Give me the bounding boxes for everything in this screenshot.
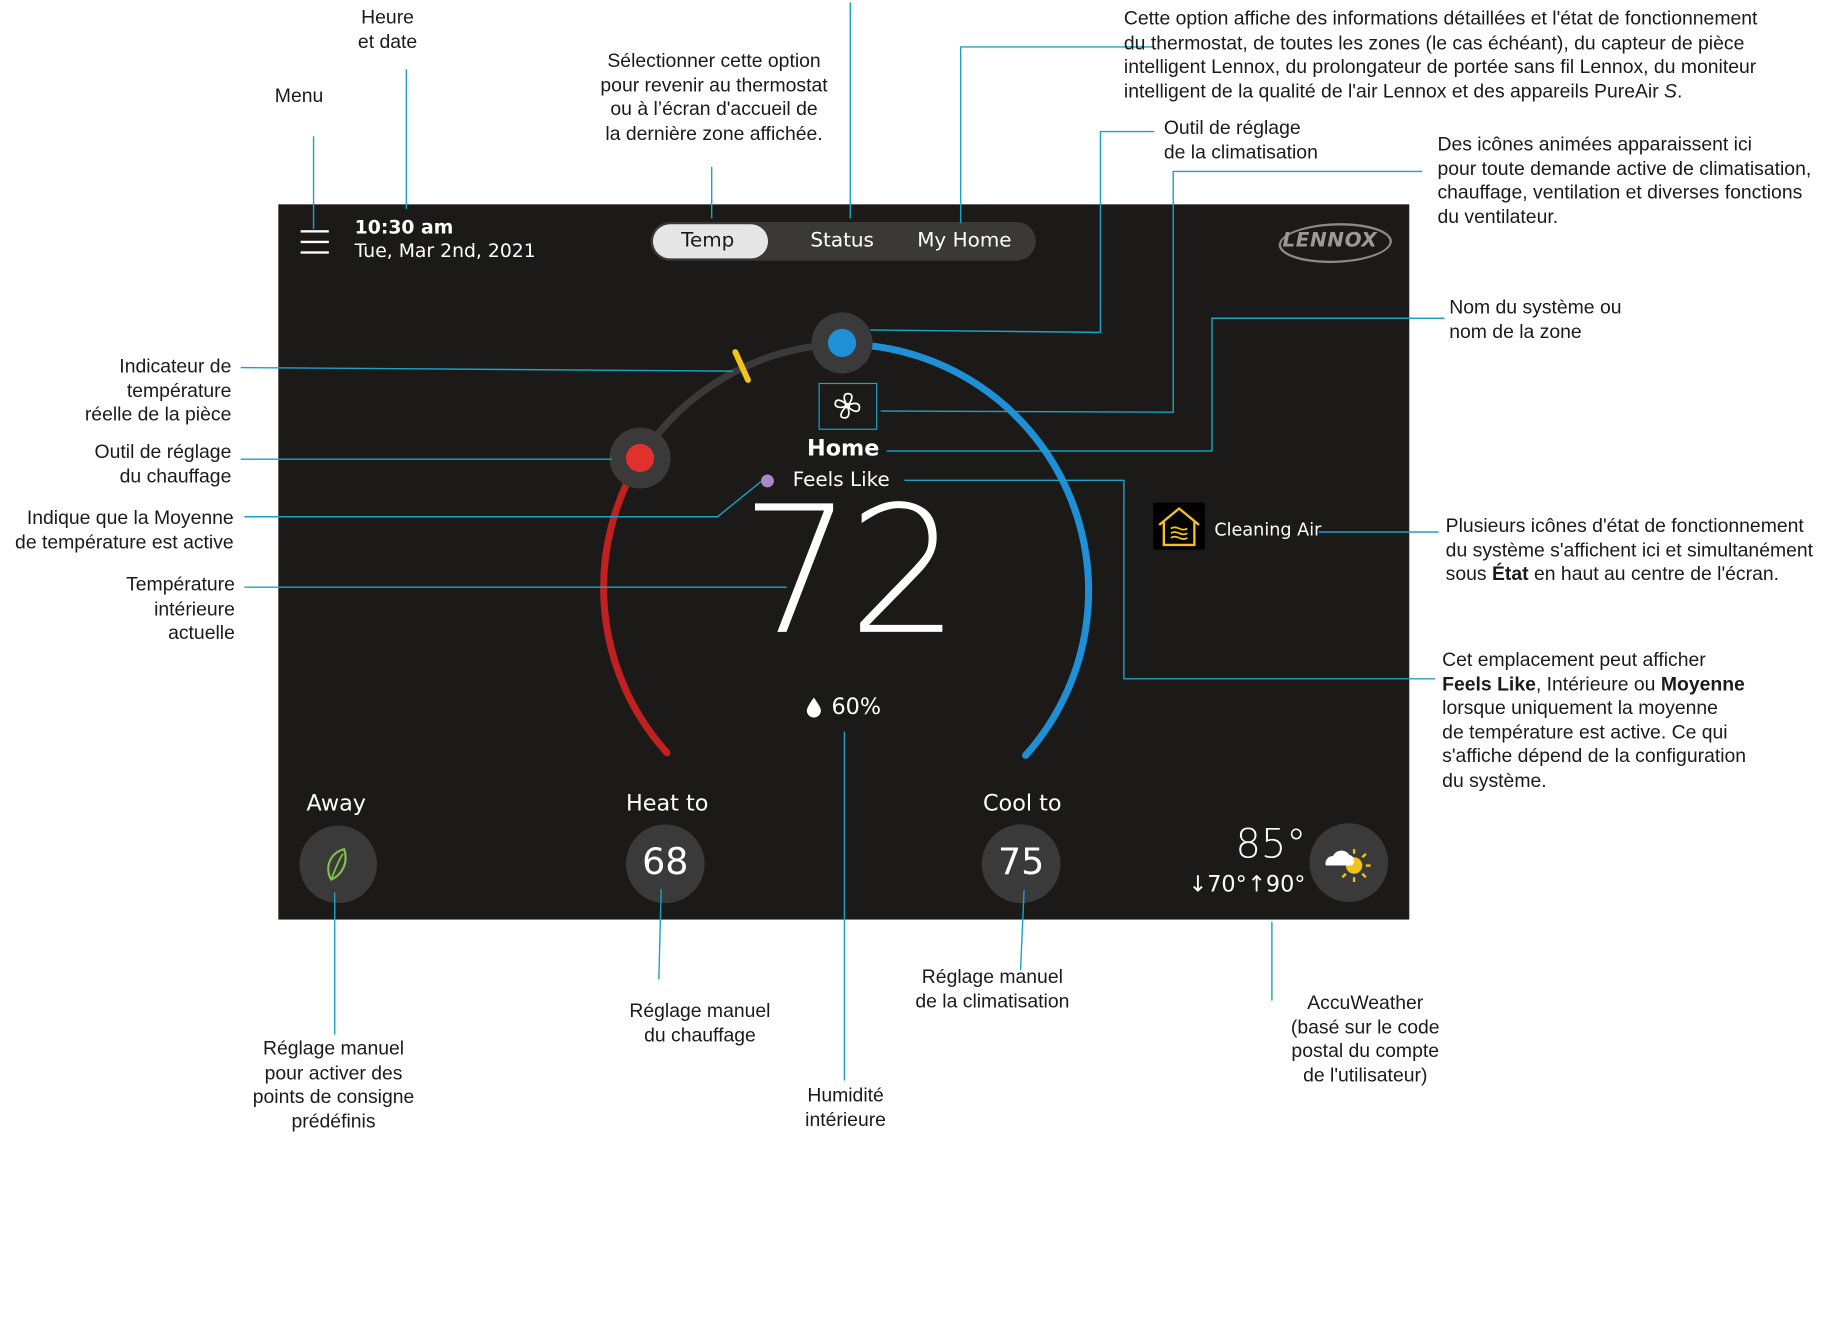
annotation-feels-text-1: Cet emplacement peut afficher: [1442, 649, 1706, 671]
annotation-cool-tool: Outil de réglage de la climatisation: [1163, 117, 1318, 163]
annotation-my-home-end: .: [1676, 80, 1683, 102]
annotation-system-name: Nom du système ou nom de la zone: [1449, 297, 1622, 343]
annotation-average: Indique que la Moyenne de température es…: [15, 507, 234, 553]
annotation-status-icons-etat: État: [1492, 563, 1529, 586]
annotation-time-date: Heure et date: [357, 7, 418, 53]
annotation-real-temp: Indicateur de température réelle de la p…: [84, 355, 232, 426]
annotation-feels-bold-1: Feels Like: [1442, 673, 1536, 695]
annotation-away-manual: Réglage manuel pour activer des points d…: [252, 1038, 415, 1132]
annotation-my-home: Cette option affiche des informations dé…: [1124, 7, 1758, 104]
annotation-heat-manual: Réglage manuel du chauffage: [629, 1000, 771, 1046]
annotation-feels-text-2: , Intérieure ou: [1535, 673, 1661, 695]
annotation-humidity: Humidité intérieure: [805, 1085, 886, 1131]
annotation-indoor-temp: Température intérieure actuelle: [126, 574, 235, 644]
annotation-cool-manual: Réglage manuel de la climatisation: [915, 966, 1070, 1012]
annotation-status-icons: Plusieurs icônes d'état de fonctionnemen…: [1446, 514, 1813, 587]
annotation-feels-bold-2: Moyenne: [1660, 673, 1745, 695]
annotation-accuweather: AccuWeather (basé sur le code postal du …: [1290, 992, 1440, 1087]
annotation-my-home-s: S: [1664, 80, 1677, 102]
annotation-status-icons-end: en haut au centre de l'écran.: [1528, 563, 1780, 586]
annotation-animated-icons: Des icônes animées apparaissent ici pour…: [1437, 133, 1812, 228]
annotation-heat-tool: Outil de réglage du chauffage: [94, 441, 232, 487]
annotation-menu: Menu: [274, 85, 324, 107]
diagram-stage: 10:30 am Tue, Mar 2nd, 2021 Temp Status …: [0, 0, 1831, 1320]
annotation-my-home-text: Cette option affiche des informations dé…: [1123, 8, 1758, 102]
annotation-feels-text-3: lorsque uniquement la moyenne de tempéra…: [1442, 697, 1747, 792]
annotation-temp-tab: Sélectionner cette option pour revenir a…: [600, 50, 828, 145]
annotation-feels-like: Cet emplacement peut afficher Feels Like…: [1442, 648, 1746, 793]
